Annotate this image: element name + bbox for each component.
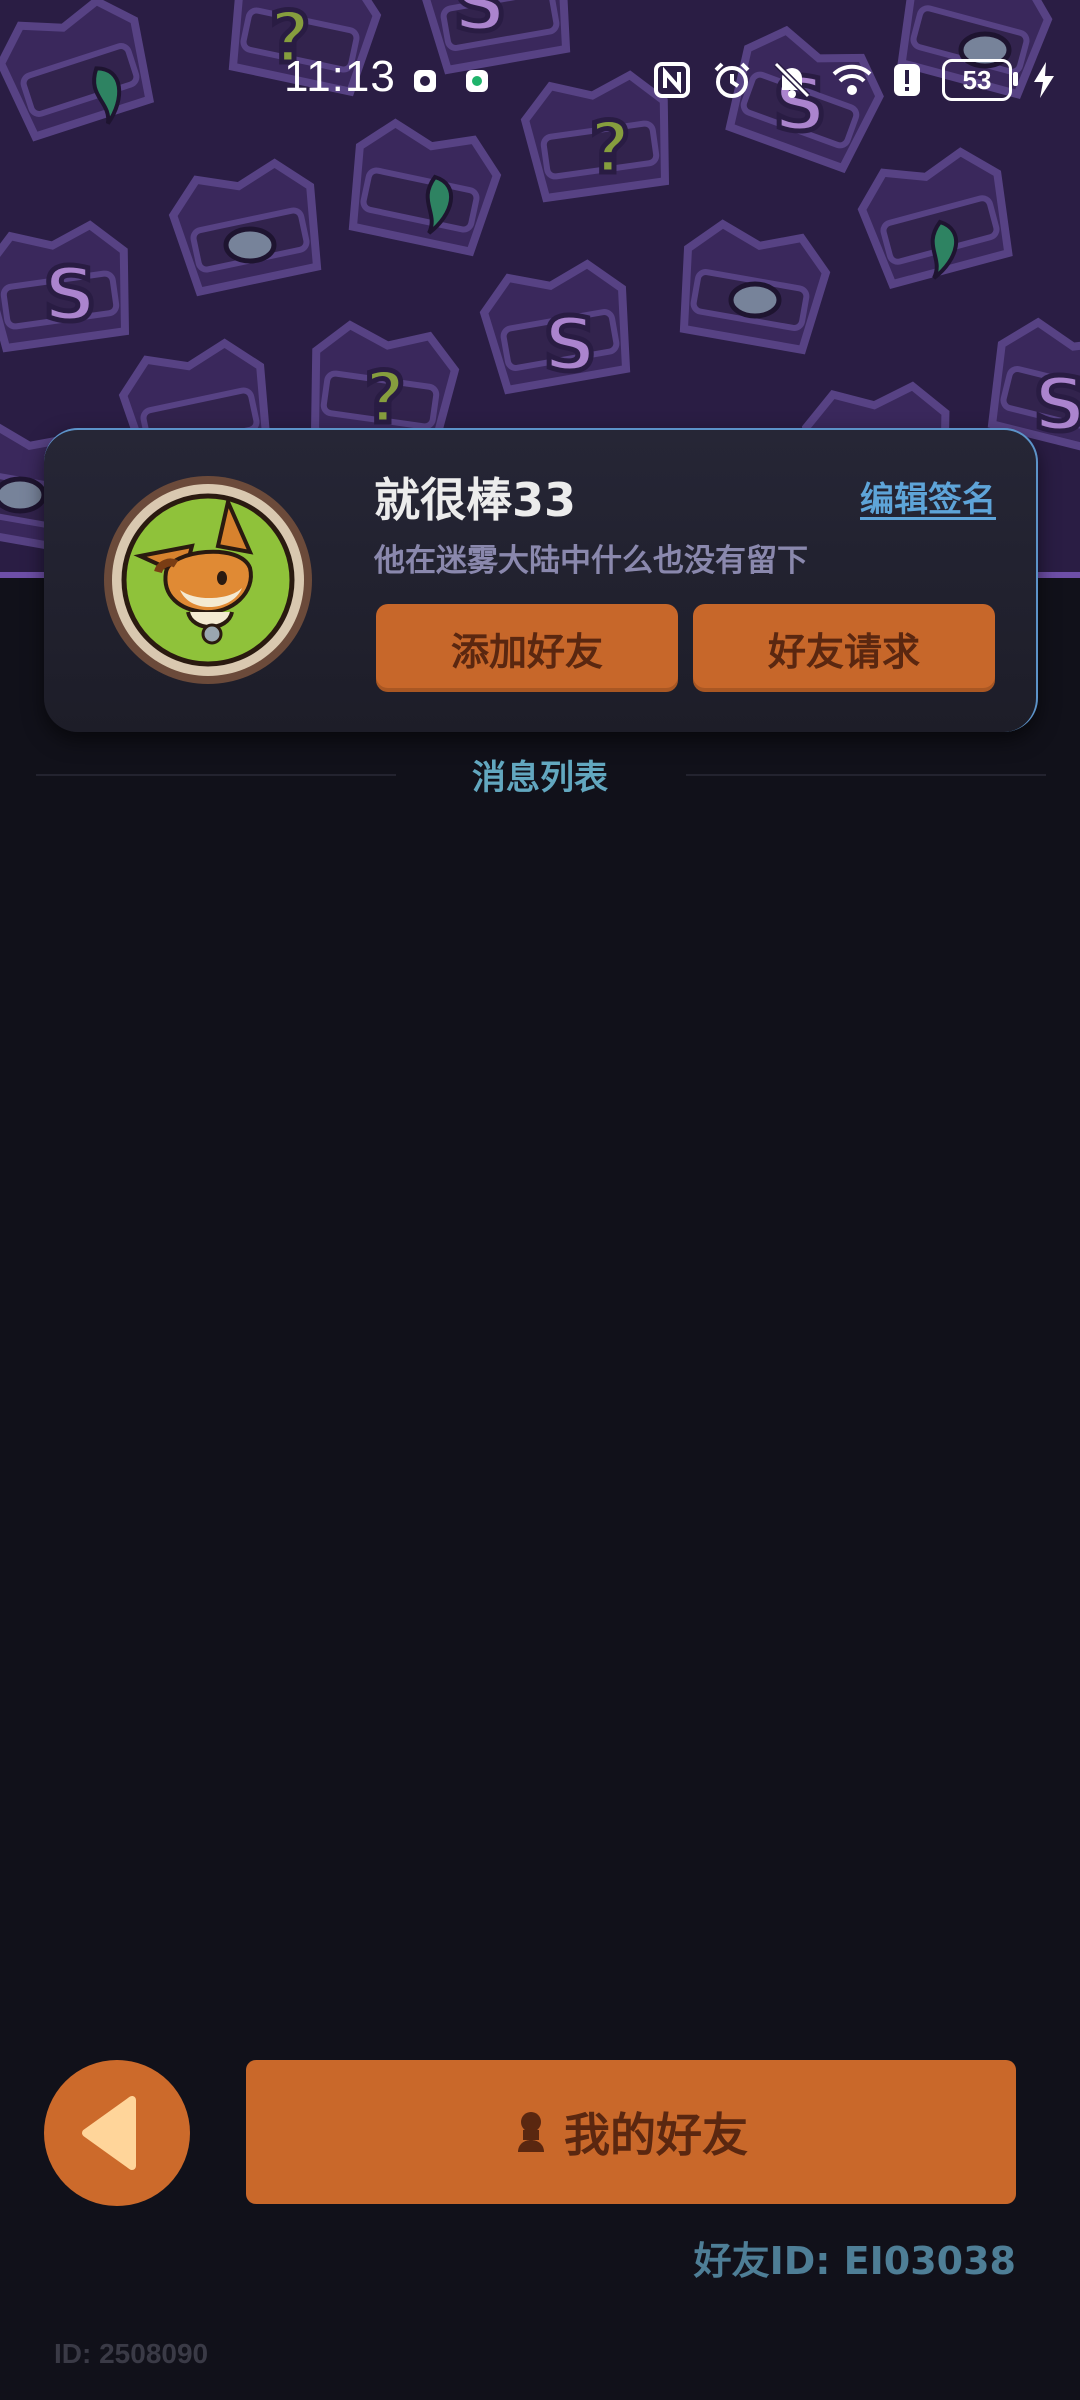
my-friends-button[interactable]: 我的好友 xyxy=(246,2060,1016,2204)
fox-avatar-icon xyxy=(104,476,312,684)
my-friends-label: 我的好友 xyxy=(564,2108,748,2162)
notification-icon xyxy=(466,70,488,92)
alarm-icon xyxy=(712,60,752,100)
alert-icon xyxy=(892,60,922,100)
back-arrow-icon xyxy=(82,2096,136,2170)
battery-icon: 53 xyxy=(942,59,1018,101)
add-friend-button[interactable]: 添加好友 xyxy=(376,604,678,692)
message-list-title: 消息列表 xyxy=(472,758,608,798)
battery-level: 53 xyxy=(962,64,992,95)
person-icon xyxy=(518,2112,544,2152)
notification-icon xyxy=(414,70,436,92)
wifi-icon xyxy=(832,60,872,100)
nfc-icon xyxy=(652,60,692,100)
friend-id-text: 好友ID: EI03038 xyxy=(693,2239,1016,2283)
back-button[interactable] xyxy=(44,2060,190,2206)
avatar[interactable] xyxy=(100,472,316,688)
charging-icon xyxy=(1032,60,1056,100)
edit-signature-link[interactable]: 编辑签名 xyxy=(860,472,996,521)
status-time: 11:13 xyxy=(284,52,396,101)
status-bar: 11:13 53 xyxy=(0,40,1080,120)
username: 就很棒33 xyxy=(374,473,577,527)
user-id-text: ID: 2508090 xyxy=(54,2338,209,2369)
profile-card: 就很棒33 编辑签名 他在迷雾大陆中什么也没有留下 添加好友 好友请求 xyxy=(44,428,1038,732)
signature-text: 他在迷雾大陆中什么也没有留下 xyxy=(374,543,808,579)
bell-off-icon xyxy=(772,60,812,100)
message-list[interactable] xyxy=(36,800,1044,2030)
status-icons: 53 xyxy=(652,56,1056,104)
friend-requests-button[interactable]: 好友请求 xyxy=(693,604,995,692)
